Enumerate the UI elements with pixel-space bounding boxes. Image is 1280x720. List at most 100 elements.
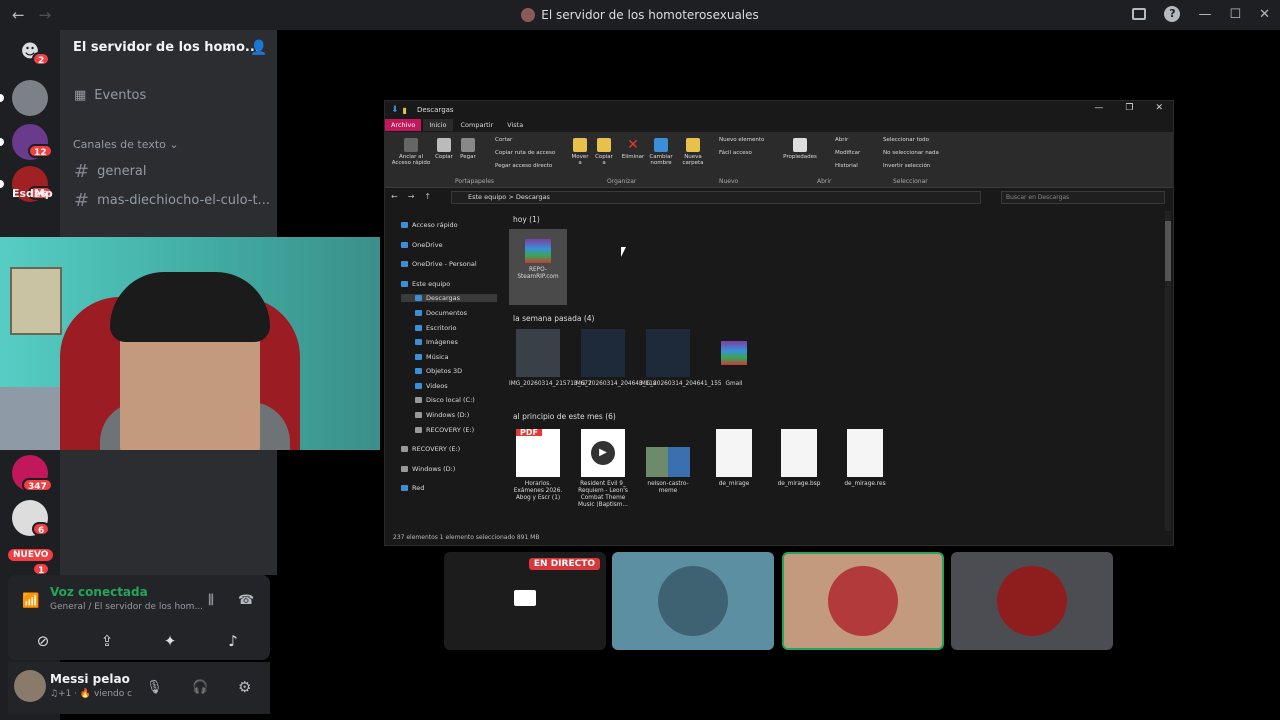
search-input[interactable]: Buscar en Descargas (1001, 191, 1165, 204)
nav-item[interactable]: RECOVERY (E:) (415, 426, 474, 434)
participant-tile[interactable] (612, 552, 774, 650)
events-item[interactable]: ▦ Eventos (74, 88, 146, 103)
file-item[interactable]: nelson-castro-meme (639, 429, 697, 495)
nav-item[interactable]: RECOVERY (E:) (401, 445, 460, 453)
file-item[interactable]: Gmail (705, 329, 763, 388)
server-name[interactable]: El servidor de los homo... (73, 40, 260, 55)
paste-shortcut-button[interactable]: Pegar acceso directo (495, 163, 552, 169)
file-item[interactable]: de_mirage.bsp (770, 429, 828, 488)
headphones-icon[interactable]: 🎧 (192, 680, 208, 695)
tab-vista[interactable]: Vista (501, 119, 529, 131)
server-icon[interactable] (12, 80, 48, 116)
pin-button[interactable]: Anclar al Acceso rápido (389, 138, 433, 166)
nav-item[interactable]: Objetos 3D (415, 367, 462, 375)
group-header-this-month[interactable]: al principio de este mes (6) (513, 412, 616, 421)
microphone-icon[interactable]: 🎙 (146, 680, 163, 695)
easy-access-button[interactable]: Fácil acceso (719, 150, 752, 156)
address-bar[interactable]: Este equipo > Descargas (451, 191, 981, 204)
disconnect-icon[interactable]: ☎ (238, 593, 254, 608)
open-button[interactable]: Abrir (835, 137, 848, 143)
cut-button[interactable]: Cortar (495, 137, 512, 143)
file-item[interactable]: de_mirage (705, 429, 763, 488)
activities-button[interactable]: ✦ (143, 627, 197, 655)
category-text-channels[interactable]: Canales de texto ⌄ (73, 138, 179, 151)
screen-share-button[interactable]: ⇪ (80, 627, 134, 655)
channel-general[interactable]: # general (74, 161, 147, 182)
user-name[interactable]: Messi pelao (50, 672, 130, 686)
invert-selection-button[interactable]: Invertir selección (883, 163, 930, 169)
invite-people-icon[interactable]: 👤 (250, 40, 267, 56)
maximize-button[interactable]: ☐ (1229, 7, 1241, 22)
explorer-up-icon[interactable]: ↑ (424, 192, 431, 201)
unread-pip (0, 138, 4, 146)
move-to-button[interactable]: Mover a (569, 138, 591, 166)
group-header-last-week[interactable]: la semana pasada (4) (513, 314, 594, 323)
inbox-icon[interactable] (1132, 8, 1147, 20)
nav-item[interactable]: Videos (415, 382, 448, 390)
new-item-button[interactable]: Nuevo elemento (719, 137, 764, 143)
file-item[interactable]: IMG_20260314_215713_677 (509, 329, 592, 388)
nav-item[interactable]: Windows (D:) (415, 411, 469, 419)
copy-path-button[interactable]: Copiar ruta de acceso (495, 150, 555, 156)
tab-inicio[interactable]: Inicio (423, 119, 453, 131)
breadcrumb-este-equipo[interactable]: Este equipo (468, 193, 506, 201)
participant-tile[interactable] (951, 552, 1113, 650)
channel-mas-diechiocho[interactable]: # mas-diechiocho-el-culo-t... (74, 190, 270, 211)
nav-item[interactable]: Este equipo (401, 280, 450, 288)
rename-button[interactable]: Cambiar nombre (647, 138, 675, 166)
nav-item[interactable]: Documentos (415, 309, 467, 317)
voice-status[interactable]: Voz conectada (50, 585, 148, 599)
explorer-close[interactable]: ✕ (1155, 103, 1163, 113)
camera-button[interactable]: ⊘ (16, 627, 70, 655)
minimize-button[interactable]: — (1198, 7, 1211, 22)
file-item[interactable]: de_mirage.res (836, 429, 894, 488)
help-icon[interactable]: ? (1164, 6, 1181, 22)
explorer-back-icon[interactable]: ← (391, 192, 398, 201)
file-item[interactable]: REPO-SteamRIP.com (509, 229, 567, 305)
group-header-today[interactable]: hoy (1) (513, 215, 540, 224)
nav-item[interactable]: Escritorio (415, 324, 457, 332)
file-item[interactable]: IMG_20260314_204641_155 (639, 329, 722, 388)
edit-button[interactable]: Modificar (835, 150, 860, 156)
stream-tile[interactable]: EN DIRECTO (444, 552, 606, 650)
voice-channel-path[interactable]: General / El servidor de los hom... (50, 602, 203, 612)
select-none-button[interactable]: No seleccionar nada (883, 150, 939, 156)
new-folder-button[interactable]: Nueva carpeta (679, 138, 707, 166)
nav-item[interactable]: OneDrive - Personal (401, 260, 477, 268)
close-button[interactable]: ✕ (1259, 7, 1270, 22)
file-item[interactable]: IMG_20260314_204643_118 (574, 329, 657, 388)
chevron-down-icon[interactable]: ⌄ (222, 40, 231, 53)
delete-button[interactable]: ✕ Eliminar (619, 138, 647, 160)
nav-item[interactable]: Música (415, 353, 448, 361)
tab-compartir[interactable]: Compartir (455, 119, 500, 131)
nav-item[interactable]: Imágenes (415, 338, 458, 346)
explorer-forward-icon[interactable]: → (408, 192, 415, 201)
breadcrumb-descargas[interactable]: Descargas (516, 193, 550, 201)
file-item[interactable]: PDF Horarios. Exámenes 2026. Abog y Escr… (509, 429, 567, 502)
nav-item-descargas[interactable]: Descargas (401, 294, 497, 302)
explorer-maximize[interactable]: ❐ (1125, 103, 1133, 113)
gear-icon[interactable]: ⚙ (238, 678, 251, 696)
nav-item[interactable]: OneDrive (401, 241, 443, 249)
nav-item[interactable]: Red (401, 484, 424, 492)
nav-item[interactable]: Disco local (C:) (415, 396, 475, 404)
avatar[interactable] (14, 670, 46, 702)
navigation-pane: Acceso rápido OneDrive OneDrive - Person… (385, 211, 497, 531)
vertical-scrollbar[interactable] (1165, 211, 1171, 531)
nav-item[interactable]: Acceso rápido (401, 221, 458, 229)
paste-button[interactable]: Pegar (457, 138, 479, 160)
participant-tile-speaking[interactable] (782, 552, 944, 650)
tab-archivo[interactable]: Archivo (385, 119, 422, 131)
explorer-minimize[interactable]: — (1094, 103, 1103, 113)
noise-suppression-icon[interactable]: ⫼ (208, 593, 214, 608)
soundboard-button[interactable]: ♪ (206, 627, 260, 655)
file-item[interactable]: ▶ Resident Evil 9_ Requiem - Leon's Comb… (574, 429, 632, 509)
history-button[interactable]: Historial (835, 163, 858, 169)
nav-item[interactable]: Windows (D:) (401, 465, 455, 473)
scrollbar-thumb[interactable] (1165, 221, 1171, 281)
select-all-button[interactable]: Seleccionar todo (883, 137, 929, 143)
copy-to-button[interactable]: Copiar a (593, 138, 615, 166)
new-badge[interactable]: NUEVO (8, 549, 54, 561)
copy-button[interactable]: Copiar (433, 138, 455, 160)
properties-button[interactable]: Propiedades (781, 138, 819, 160)
